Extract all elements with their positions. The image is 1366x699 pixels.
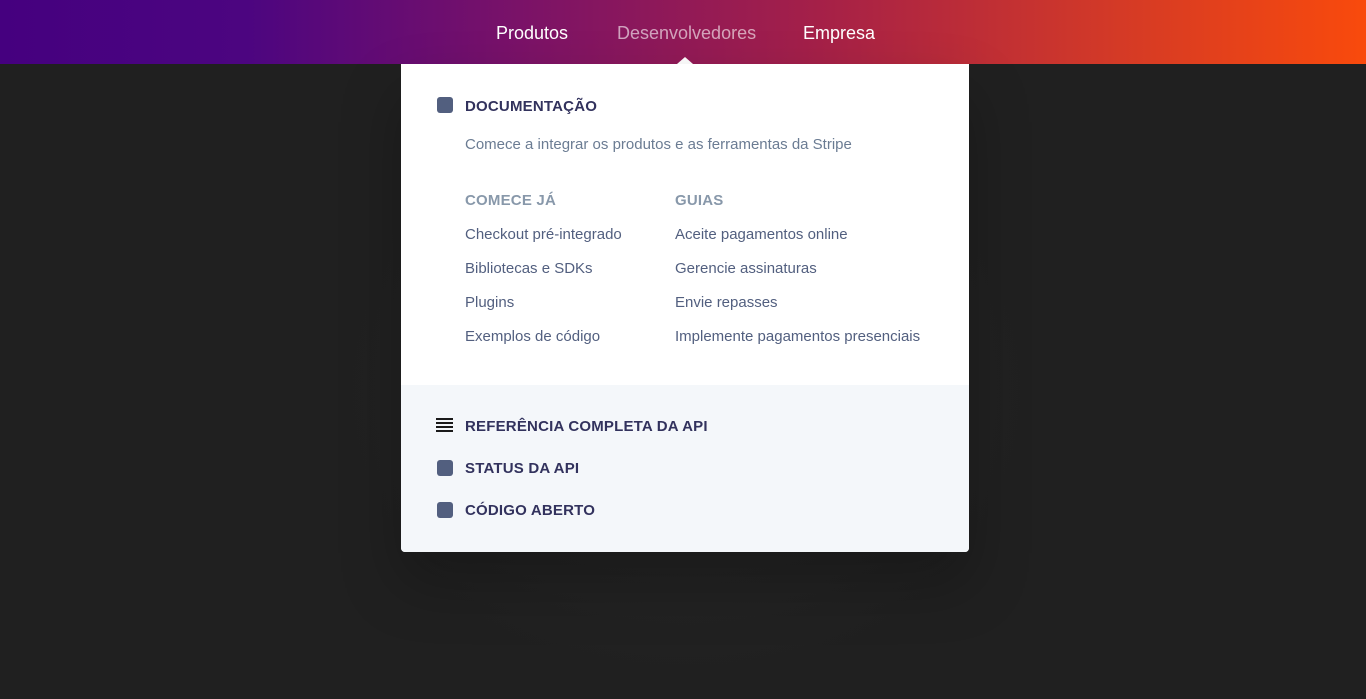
open-source-icon	[437, 502, 453, 518]
status-icon	[437, 460, 453, 476]
nav-item-desenvolvedores[interactable]: Desenvolvedores	[617, 22, 756, 44]
documentation-link[interactable]: DOCUMENTAÇÃO	[465, 98, 597, 115]
nav-item-empresa[interactable]: Empresa	[803, 22, 875, 44]
column-title-guias: GUIAS	[675, 192, 724, 209]
link-assinaturas[interactable]: Gerencie assinaturas	[675, 260, 817, 277]
open-source-link[interactable]: CÓDIGO ABERTO	[465, 502, 595, 519]
api-status-link[interactable]: STATUS DA API	[465, 460, 579, 477]
top-navigation-bar: Produtos Desenvolvedores Empresa	[0, 0, 1366, 64]
link-presenciais[interactable]: Implemente pagamentos presenciais	[675, 328, 920, 345]
link-exemplos[interactable]: Exemplos de código	[465, 328, 600, 345]
documentation-subtitle: Comece a integrar os produtos e as ferra…	[465, 136, 852, 153]
developers-dropdown: DOCUMENTAÇÃO Comece a integrar os produt…	[401, 64, 969, 552]
link-repasses[interactable]: Envie repasses	[675, 294, 778, 311]
link-aceite-pagamentos[interactable]: Aceite pagamentos online	[675, 226, 848, 243]
dropdown-footer-section: REFERÊNCIA COMPLETA DA API STATUS DA API…	[401, 385, 969, 552]
link-bibliotecas[interactable]: Bibliotecas e SDKs	[465, 260, 593, 277]
dropdown-caret	[677, 57, 693, 64]
column-title-comece-ja: COMECE JÁ	[465, 192, 556, 209]
main-nav: Produtos Desenvolvedores Empresa	[0, 0, 1366, 64]
link-plugins[interactable]: Plugins	[465, 294, 514, 311]
menu-list-icon	[436, 418, 453, 432]
nav-item-produtos[interactable]: Produtos	[496, 22, 568, 44]
api-reference-link[interactable]: REFERÊNCIA COMPLETA DA API	[465, 418, 708, 435]
dropdown-main-section: DOCUMENTAÇÃO Comece a integrar os produt…	[401, 64, 969, 385]
docs-icon	[437, 97, 453, 113]
link-checkout[interactable]: Checkout pré-integrado	[465, 226, 622, 243]
